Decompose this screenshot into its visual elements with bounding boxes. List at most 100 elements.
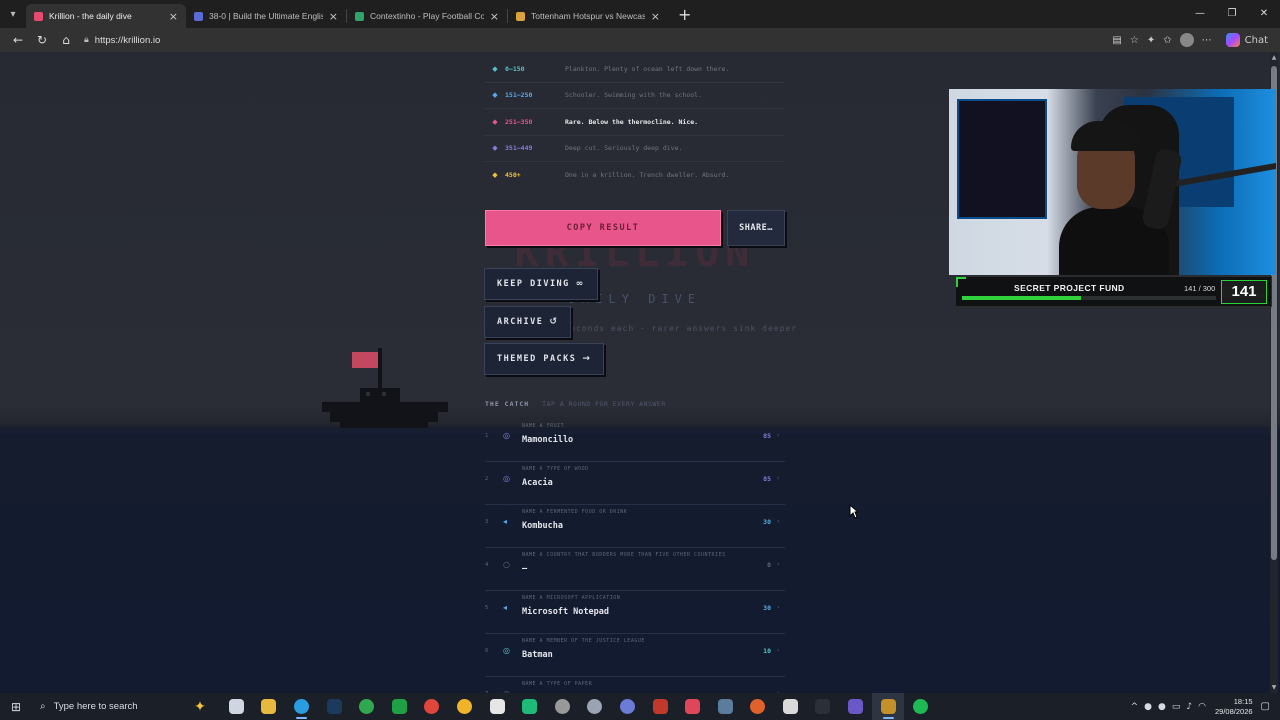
catch-row[interactable]: 5 ◂ NAME A MICROSOFT APPLICATION Microsoft … (485, 591, 785, 634)
rarity-fish-icon: ◆ (492, 171, 498, 180)
copilot-chat-button[interactable]: Chat (1225, 33, 1268, 47)
tab-close-icon[interactable]: × (490, 10, 499, 23)
app-a-icon[interactable] (383, 693, 416, 720)
chevron-icon: › (776, 475, 780, 482)
catch-score: 0 (767, 561, 771, 569)
file-explorer-icon[interactable] (253, 693, 286, 720)
tab-close-icon[interactable]: × (329, 10, 338, 23)
taskbar-clock[interactable]: 18:15 29/08/2026 (1215, 697, 1253, 717)
catch-list: 1 ◎ NAME A FRUIT Mamoncillo 85 › 2 ◎ NAME A TYPE… (485, 419, 785, 693)
catch-row[interactable]: 1 ◎ NAME A FRUIT Mamoncillo 85 › (485, 419, 785, 462)
taskbar-search-box[interactable]: ⌕ Type here to search (32, 693, 180, 720)
search-highlight-icon[interactable]: ✦ (180, 699, 220, 715)
browser-tab[interactable]: Contextinho - Play Football Conte × (347, 4, 507, 28)
volume-icon[interactable]: ♪ (1186, 702, 1192, 712)
maximize-icon[interactable]: ❐ (1216, 0, 1248, 28)
favorites-icon[interactable]: ✩ (1163, 35, 1171, 46)
catch-answer: — (522, 564, 528, 574)
app-gamepad-icon[interactable] (579, 693, 612, 720)
app-badge-icon[interactable] (644, 693, 677, 720)
copy-result-button[interactable]: COPY RESULT (485, 210, 721, 246)
back-icon[interactable]: ← (6, 33, 30, 47)
rarity-row: ◆ 0–150 Plankton. Plenty of ocean left dow… (485, 56, 785, 83)
reading-view-icon[interactable]: ▤ (1112, 35, 1121, 46)
app-stopwatch-icon[interactable] (481, 693, 514, 720)
notifications-icon[interactable]: ▢ (1261, 701, 1270, 712)
network-icon[interactable]: ▭ (1172, 702, 1181, 712)
obs-icon[interactable] (839, 693, 872, 720)
wifi-icon[interactable]: ◠ (1198, 702, 1206, 712)
extensions-icon[interactable]: ✦ (1147, 35, 1155, 46)
boat-icon (322, 348, 448, 428)
steam-icon[interactable] (318, 693, 351, 720)
catch-score: 10 (763, 647, 771, 655)
favorite-star-icon[interactable]: ☆ (1130, 35, 1139, 46)
chrome-profile-icon-glyph (456, 699, 472, 714)
scroll-down-icon[interactable]: ▼ (1270, 684, 1278, 691)
url-field[interactable]: 🔒︎ https://krillion.io (84, 30, 1112, 50)
refresh-icon[interactable]: ↻ (30, 33, 54, 47)
catch-row[interactable]: 6 ◎ NAME A MEMBER OF THE JUSTICE LEAGUE Bat… (485, 634, 785, 677)
app-chart-icon[interactable] (709, 693, 742, 720)
new-tab-button[interactable]: + (678, 5, 691, 24)
fund-count: 141 / 300 (1184, 284, 1216, 293)
home-icon[interactable]: ⌂ (54, 33, 78, 47)
profile-avatar[interactable] (1179, 33, 1194, 47)
rarity-description: Rare. Below the thermocline. Nice. (565, 117, 699, 126)
share-button[interactable]: SHARE… (727, 210, 785, 246)
system-tray: ^ ● ● ▭ ♪ ◠ 18:15 29/08/2026 ▢ (1128, 693, 1280, 720)
tab-close-icon[interactable]: × (169, 10, 178, 23)
minimize-icon[interactable]: — (1184, 0, 1216, 28)
catch-row[interactable]: 2 ◎ NAME A TYPE OF WOOD Acacia 85 › (485, 462, 785, 505)
tab-close-icon[interactable]: × (651, 10, 660, 23)
tab-favicon-icon (194, 11, 203, 21)
tab-title: Contextinho - Play Football Conte (370, 11, 484, 21)
app-pin-icon[interactable] (676, 693, 709, 720)
app-gold-icon[interactable] (871, 693, 905, 720)
arrow-right-icon: → (582, 354, 592, 364)
task-view-icon[interactable] (220, 693, 253, 720)
windows-start-icon[interactable]: ⊞ (0, 700, 32, 714)
browser-tab[interactable]: Krillion - the daily dive × (26, 4, 186, 28)
more-menu-icon[interactable]: ⋯ (1202, 35, 1212, 46)
keep-diving-button[interactable]: KEEP DIVING ∞ (484, 268, 598, 300)
tab-actions-menu-icon[interactable]: ▾ (0, 0, 26, 28)
catch-answer: Mamoncillo (522, 435, 574, 445)
close-window-icon[interactable]: ✕ (1248, 0, 1280, 28)
fund-progress-bar (962, 296, 1216, 300)
tab-favicon-icon (355, 11, 364, 21)
share-label: SHARE… (739, 223, 773, 233)
app-green-icon[interactable] (513, 693, 546, 720)
chrome-profile-icon[interactable] (448, 693, 481, 720)
chevron-icon: › (776, 518, 780, 525)
chrome-icon[interactable] (416, 693, 449, 720)
spotify-icon[interactable] (904, 693, 937, 720)
catch-row[interactable]: 4 ○ NAME A COUNTRY THAT BORDERS MORE THAN … (485, 548, 785, 591)
browser-tabbar: ▾ Krillion - the daily dive × 38-0 | Build… (0, 0, 1280, 28)
catch-score: 30 (763, 518, 771, 526)
themed-packs-button[interactable]: THEMED PACKS → (484, 343, 605, 375)
scroll-up-icon[interactable]: ▲ (1270, 54, 1278, 61)
terminal-icon[interactable] (807, 693, 840, 720)
lock-icon[interactable]: 🔒︎ (84, 35, 89, 45)
rarity-row: ◆ 450+ One in a krillion. Trench dweller. … (485, 162, 785, 189)
catch-row[interactable]: 7◎NAME A TYPE OF PAPER› (485, 677, 785, 693)
app-circle-icon[interactable] (546, 693, 579, 720)
terminal-icon-glyph (815, 699, 831, 714)
tray-overflow-icon[interactable]: ^ (1131, 702, 1139, 712)
rarity-range: 351–449 (505, 144, 533, 153)
edge-browser-icon[interactable] (285, 693, 318, 720)
browser-tab[interactable]: Tottenham Hotspur vs Newcastle × (508, 4, 668, 28)
tray-mic-icon[interactable]: ● (1158, 702, 1166, 712)
browser-tab[interactable]: 38-0 | Build the Ultimate English T × (186, 4, 346, 28)
app-fish-icon[interactable] (774, 693, 807, 720)
discord-icon[interactable] (611, 693, 644, 720)
archive-button[interactable]: ARCHIVE ↺ (484, 306, 572, 338)
tray-app-icon[interactable]: ● (1144, 702, 1152, 712)
chrome-icon-glyph (424, 699, 440, 714)
brave-icon[interactable] (742, 693, 775, 720)
app-pin-icon-glyph (685, 699, 701, 714)
catch-row[interactable]: 3 ◂ NAME A FERMENTED FOOD OR DRINK Kombucha… (485, 505, 785, 548)
xbox-icon[interactable] (350, 693, 383, 720)
app-gamepad-icon-glyph (587, 699, 603, 714)
